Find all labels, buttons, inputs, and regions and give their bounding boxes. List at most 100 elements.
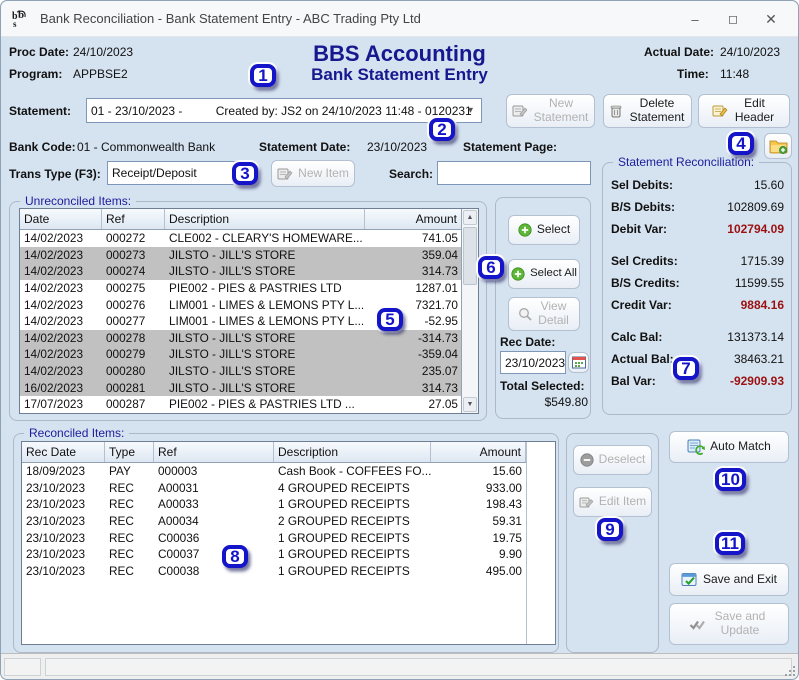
save-and-exit-button[interactable]: Save and Exit <box>669 563 789 596</box>
app-window: b b s Bank Reconciliation - Bank Stateme… <box>0 0 799 680</box>
table-cell: 000272 <box>106 231 146 246</box>
unreconciled-scrollbar[interactable]: ▲ ▼ <box>461 209 478 413</box>
table-cell: 000287 <box>106 397 146 412</box>
table-row[interactable]: 14/02/2023 000279 JILSTO - JILL'S STORE -35… <box>20 346 478 363</box>
reconciled-table-gutter <box>526 442 555 644</box>
save-and-exit-label: Save and Exit <box>702 571 778 586</box>
scroll-up-icon[interactable]: ▲ <box>463 210 477 225</box>
callout-badge: 5 <box>377 308 403 331</box>
auto-match-button[interactable]: Auto Match <box>669 431 789 463</box>
table-cell: 59.31 <box>492 514 522 529</box>
column-header[interactable]: Rec Date <box>22 442 105 462</box>
table-cell: 1287.01 <box>415 281 458 296</box>
callout-badge: 1 <box>250 64 276 87</box>
table-row[interactable]: 14/02/2023 000278 JILSTO - JILL'S STORE -31… <box>20 329 478 347</box>
table-cell: 27.05 <box>428 397 458 412</box>
statement-date-label: Statement Date: <box>259 140 351 154</box>
maximize-button[interactable]: ◻ <box>714 1 752 37</box>
reconciliation-label: Bal Var: <box>611 374 656 388</box>
reconciliation-label: Actual Bal: <box>611 352 674 366</box>
table-row[interactable]: 14/02/2023 000275 PIE002 - PIES & PASTRIES… <box>20 280 478 297</box>
table-cell: 314.73 <box>421 380 458 395</box>
column-header[interactable]: Date <box>20 209 102 229</box>
attach-statement-button[interactable] <box>764 133 792 159</box>
table-row[interactable]: 23/10/2023 REC A00031 4 GROUPED RECEIPTS 933… <box>22 480 555 497</box>
double-check-icon <box>689 617 706 631</box>
table-cell: 4 GROUPED RECEIPTS <box>278 480 410 495</box>
table-row[interactable]: 17/07/2023 000287 PIE002 - PIES & PASTRIES… <box>20 396 478 413</box>
table-row[interactable]: 23/10/2023 REC A00034 2 GROUPED RECEIPTS 59.… <box>22 513 555 530</box>
table-cell: A00034 <box>158 514 199 529</box>
table-row[interactable]: 14/02/2023 000280 JILSTO - JILL'S STORE 235… <box>20 362 478 380</box>
table-cell: 000278 <box>106 330 146 345</box>
callout-badge: 8 <box>222 545 248 568</box>
new-statement-button[interactable]: New Statement <box>506 94 595 128</box>
table-row[interactable]: 16/02/2023 000281 JILSTO - JILL'S STORE 314… <box>20 379 478 396</box>
table-row[interactable]: 18/09/2023 PAY 000003 Cash Book - COFFEES F… <box>22 463 555 480</box>
delete-statement-button[interactable]: Delete Statement <box>603 94 692 128</box>
select-all-button[interactable]: Select All <box>508 259 580 289</box>
table-cell: 000280 <box>106 364 146 379</box>
select-button[interactable]: Select <box>508 215 580 245</box>
table-row[interactable]: 14/02/2023 000274 JILSTO - JILL'S STORE 314… <box>20 263 478 280</box>
bank-code-value: 01 - Commonwealth Bank <box>77 140 216 154</box>
table-row[interactable]: 23/10/2023 REC C00036 1 GROUPED RECEIPTS 19.… <box>22 529 555 546</box>
search-input[interactable] <box>437 161 591 185</box>
table-row[interactable]: 14/02/2023 000277 LIM001 - LIMES & LEMONS … <box>20 313 478 330</box>
table-cell: 1 GROUPED RECEIPTS <box>278 563 410 578</box>
table-row[interactable]: 23/10/2023 REC C00038 1 GROUPED RECEIPTS 495… <box>22 563 555 580</box>
column-header[interactable]: Ref <box>102 209 165 229</box>
rec-date-input[interactable]: 23/10/2023 <box>500 351 566 374</box>
actual-date-value: 24/10/2023 <box>720 45 781 59</box>
select-all-label: Select All <box>530 267 577 280</box>
table-cell: PIE002 - PIES & PASTRIES LTD ... <box>169 397 355 412</box>
table-cell: 359.04 <box>421 247 458 262</box>
chevron-down-icon[interactable]: ▾ <box>462 101 479 120</box>
statement-combobox[interactable]: 01 - 23/10/2023 - Created by: JS2 on 24/… <box>86 98 482 123</box>
resize-grip[interactable] <box>785 666 795 676</box>
table-row[interactable]: 23/10/2023 REC C00037 1 GROUPED RECEIPTS 9.9… <box>22 546 555 563</box>
table-row[interactable]: 14/02/2023 000272 CLE002 - CLEARY'S HOMEWA… <box>20 230 478 247</box>
table-row[interactable]: 14/02/2023 000273 JILSTO - JILL'S STORE 359… <box>20 246 478 264</box>
folder-add-icon <box>769 138 788 154</box>
table-cell: 16/02/2023 <box>24 380 84 395</box>
bank-code-label: Bank Code: <box>9 140 76 154</box>
close-button[interactable]: ✕ <box>752 1 790 37</box>
column-header[interactable]: Amount <box>431 442 526 462</box>
column-header[interactable]: Description <box>165 209 365 229</box>
reconciliation-row: B/S Debits: 102809.69 <box>603 196 791 218</box>
table-cell: 495.00 <box>485 563 522 578</box>
edit-item-button[interactable]: Edit Item <box>573 487 652 517</box>
delete-statement-label: Delete Statement <box>629 96 685 124</box>
title-bar: b b s Bank Reconciliation - Bank Stateme… <box>1 1 798 37</box>
column-header[interactable]: Type <box>105 442 154 462</box>
column-header[interactable]: Amount <box>365 209 462 229</box>
reconciliation-label: Calc Bal: <box>611 330 663 344</box>
callout-badge: 6 <box>478 256 504 279</box>
table-cell: 198.43 <box>485 497 522 512</box>
edit-header-button[interactable]: Edit Header <box>698 94 790 128</box>
column-header[interactable]: Ref <box>154 442 274 462</box>
table-cell: 14/02/2023 <box>24 231 84 246</box>
view-detail-button[interactable]: View Detail <box>508 297 580 331</box>
calendar-button[interactable] <box>568 352 589 373</box>
table-row[interactable]: 14/02/2023 000276 LIM001 - LIMES & LEMONS … <box>20 296 478 313</box>
bbs-logo-icon: b b s <box>12 9 26 28</box>
table-row[interactable]: 23/10/2023 REC A00033 1 GROUPED RECEIPTS 198… <box>22 496 555 513</box>
scroll-down-icon[interactable]: ▼ <box>463 397 477 412</box>
minimize-button[interactable]: – <box>676 1 714 37</box>
table-cell: A00033 <box>158 497 199 512</box>
table-cell: 15.60 <box>492 464 522 479</box>
save-and-update-button[interactable]: Save and Update <box>669 603 789 645</box>
reconciliation-label: B/S Credits: <box>611 276 680 290</box>
scrollbar-thumb[interactable] <box>463 227 477 285</box>
new-item-button[interactable]: New Item <box>271 160 355 187</box>
table-cell: 9.90 <box>499 547 522 562</box>
table-cell: PAY <box>109 464 131 479</box>
edit-item-label: Edit Item <box>598 494 647 509</box>
deselect-button[interactable]: Deselect <box>573 445 652 475</box>
table-cell: -314.73 <box>417 330 458 345</box>
table-cell: 19.75 <box>492 530 522 545</box>
edit-note-icon <box>277 167 293 181</box>
column-header[interactable]: Description <box>274 442 431 462</box>
